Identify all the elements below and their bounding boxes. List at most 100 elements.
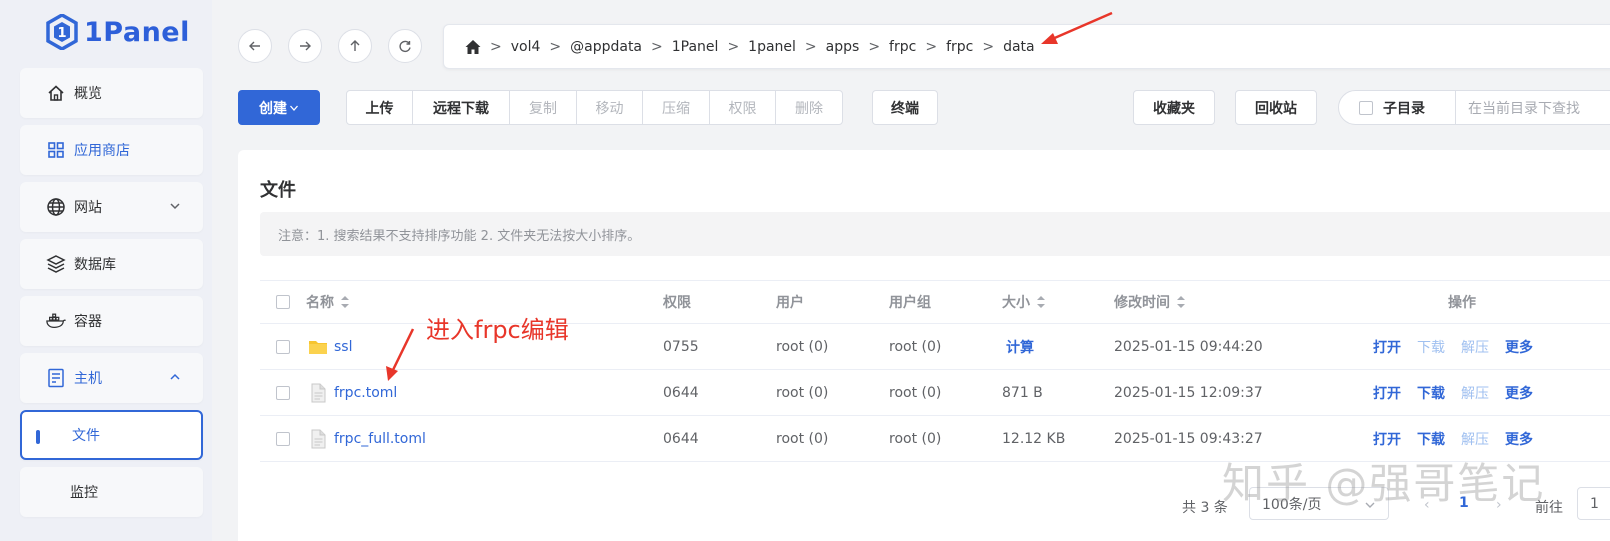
host-icon [46,368,66,388]
sidebar-item-label: 概览 [74,86,102,102]
sort-icon[interactable] [1036,295,1046,309]
download-link[interactable]: 下载 [1417,383,1445,403]
path-segment[interactable]: frpc [889,39,916,55]
extract-link[interactable]: 解压 [1461,429,1489,449]
col-perm: 权限 [663,295,691,311]
sidebar-item-files[interactable]: 文件 [20,410,203,460]
col-mtime[interactable]: 修改时间 [1114,281,1186,323]
delete-button[interactable]: 删除 [776,91,842,124]
select-all-checkbox-cell[interactable] [276,281,290,323]
sort-icon[interactable] [1176,295,1186,309]
open-link[interactable]: 打开 [1373,383,1401,403]
table-row[interactable]: frpc.toml 0644 root (0) root (0) 871 B 2… [260,370,1610,416]
file-mtime: 2025-01-15 09:44:20 [1114,338,1263,355]
col-name[interactable]: 名称 [306,281,350,323]
file-name-link[interactable]: ssl [334,339,352,355]
up-button[interactable] [338,29,372,63]
file-user: root (0) [776,338,829,355]
page-title: 文件 [260,180,296,201]
open-link[interactable]: 打开 [1373,429,1401,449]
apps-grid-icon [46,140,66,160]
file-group: root (0) [889,338,942,355]
file-name-link[interactable]: frpc.toml [334,385,397,401]
path-separator: > [549,38,562,55]
file-perm: 0644 [663,384,699,401]
sidebar-item-appstore[interactable]: 应用商店 [20,125,203,175]
logo[interactable]: 1 1Panel [46,14,190,50]
sidebar-nav: 概览 应用商店 网站 数据库 容器 主机 文件 监控 [20,68,203,524]
path-segment[interactable]: 1Panel [672,39,719,55]
more-link[interactable]: 更多 [1505,383,1533,403]
brand-name: 1Panel [84,16,190,48]
file-user: root (0) [776,384,829,401]
path-segment[interactable]: vol4 [511,39,541,55]
database-layers-icon [46,254,66,274]
file-action-group: 上传 远程下载 复制 移动 压缩 权限 删除 [346,90,843,125]
home-icon[interactable] [464,38,482,56]
back-button[interactable] [238,29,272,63]
download-link[interactable]: 下载 [1417,337,1445,357]
select-all-checkbox[interactable] [276,295,290,309]
path-separator: > [804,38,817,55]
path-separator: > [490,38,502,55]
calculate-size-link[interactable]: 计算 [1006,324,1034,369]
terminal-button[interactable]: 终端 [872,90,938,125]
copy-button[interactable]: 复制 [510,91,577,124]
sidebar-item-container[interactable]: 容器 [20,296,203,346]
file-user: root (0) [776,430,829,447]
file-icon [311,383,326,402]
row-checkbox[interactable] [276,339,290,354]
extract-link[interactable]: 解压 [1461,383,1489,403]
move-button[interactable]: 移动 [577,91,643,124]
path-separator: > [925,38,938,55]
subdir-label: 子目录 [1383,100,1425,117]
path-segment[interactable]: @appdata [570,39,642,55]
upload-button[interactable]: 上传 [347,91,413,124]
remote-download-button[interactable]: 远程下载 [413,91,510,124]
compress-button[interactable]: 压缩 [643,91,710,124]
extract-link[interactable]: 解压 [1461,337,1489,357]
row-checkbox[interactable] [276,431,290,446]
sidebar-item-label: 网站 [74,200,102,216]
sidebar-item-website[interactable]: 网站 [20,182,203,232]
path-segment[interactable]: frpc [946,39,973,55]
sidebar-item-overview[interactable]: 概览 [20,68,203,118]
create-button-label: 创建 [259,100,287,117]
search-input[interactable]: 在当前目录下查找 [1456,98,1580,118]
col-name-label: 名称 [306,295,334,311]
subdir-checkbox[interactable] [1359,100,1373,115]
path-segment[interactable]: 1panel [748,39,796,55]
path-breadcrumb: > vol4 > @appdata > 1Panel > 1panel > ap… [443,24,1610,69]
subdir-toggle[interactable]: 子目录 [1339,91,1456,124]
more-link[interactable]: 更多 [1505,337,1533,357]
file-perm: 0755 [663,338,699,355]
favorites-button[interactable]: 收藏夹 [1133,90,1215,125]
sidebar-item-label: 数据库 [74,257,116,273]
refresh-button[interactable] [388,29,422,63]
forward-button[interactable] [288,29,322,63]
recycle-bin-button[interactable]: 回收站 [1235,90,1317,125]
chevron-up-icon [170,373,180,380]
path-segment-current[interactable]: data [1003,39,1035,55]
file-mtime: 2025-01-15 12:09:37 [1114,384,1263,401]
download-link[interactable]: 下载 [1417,429,1445,449]
path-segment[interactable]: apps [826,39,860,55]
path-separator: > [868,38,881,55]
row-checkbox[interactable] [276,385,290,400]
col-size[interactable]: 大小 [1002,281,1046,323]
sidebar-item-database[interactable]: 数据库 [20,239,203,289]
sidebar-item-monitor[interactable]: 监控 [20,467,203,517]
annotation-text: 进入frpc编辑 [426,316,569,344]
logo-hexagon-icon: 1 [46,14,78,50]
permission-button[interactable]: 权限 [710,91,776,124]
sort-icon[interactable] [340,295,350,309]
docker-icon [46,311,66,331]
sidebar-item-host[interactable]: 主机 [20,353,203,403]
goto-input[interactable]: 1 [1577,487,1610,520]
create-button[interactable]: 创建 [238,90,320,125]
open-link[interactable]: 打开 [1373,337,1401,357]
more-link[interactable]: 更多 [1505,429,1533,449]
path-separator: > [651,38,663,55]
file-name-link[interactable]: frpc_full.toml [334,431,426,447]
notice-banner: 注意：1. 搜索结果不支持排序功能 2. 文件夹无法按大小排序。 [260,212,1610,256]
